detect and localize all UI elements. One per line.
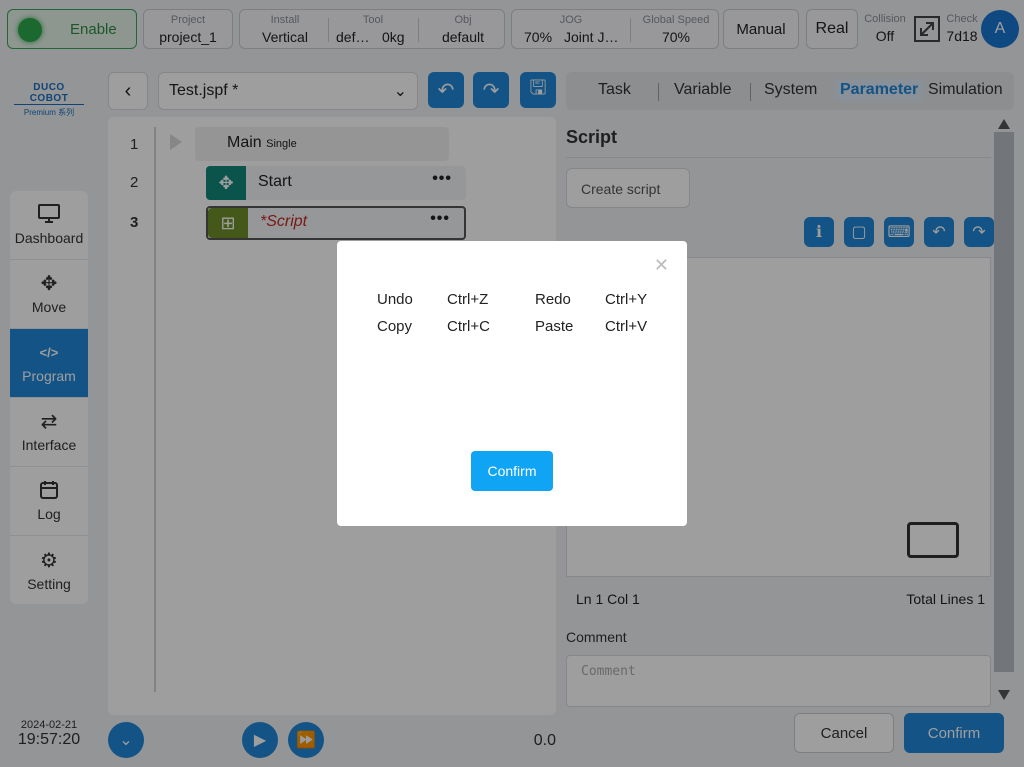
- shortcut-keys: Ctrl+C: [447, 318, 490, 335]
- shortcut-action: Copy: [377, 318, 413, 335]
- close-icon[interactable]: ✕: [654, 255, 669, 276]
- shortcut-action: Undo: [377, 291, 413, 308]
- shortcut-action: Redo: [535, 291, 571, 308]
- shortcut-keys: Ctrl+V: [605, 318, 648, 335]
- shortcut-keys: Ctrl+Z: [447, 291, 489, 308]
- dialog-confirm-button[interactable]: Confirm: [471, 451, 553, 491]
- shortcuts-dialog: ✕ Undo Ctrl+Z Redo Ctrl+Y Copy Ctrl+C Pa…: [337, 241, 687, 526]
- shortcut-action: Paste: [535, 318, 574, 335]
- shortcut-keys: Ctrl+Y: [605, 291, 648, 308]
